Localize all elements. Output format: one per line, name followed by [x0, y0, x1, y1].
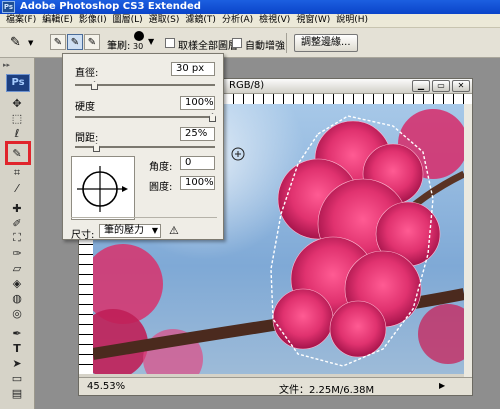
close-icon[interactable]: ✕ [452, 80, 470, 92]
menu-select[interactable]: 選取(S) [146, 14, 183, 27]
auto-enhance-label: 自動增強 [245, 41, 285, 52]
marquee-tool-icon[interactable]: ⬚ [9, 111, 25, 125]
menu-help[interactable]: 說明(H) [333, 14, 371, 27]
document-size-info: 文件：2.25M/6.38M [279, 385, 375, 396]
warning-icon: ⚠ [169, 224, 179, 237]
brush-picker-arrow-icon[interactable]: ▼ [148, 37, 154, 46]
quick-selection-preset-icon[interactable]: ✎ [10, 35, 21, 50]
blur-tool-icon[interactable]: ◍ [9, 291, 25, 305]
toolbox-collapse-icon[interactable]: ▸▸ [3, 61, 10, 69]
roundness-label: 圓度: [149, 182, 173, 193]
select-arrow-icon: ▼ [151, 226, 158, 235]
spacing-label: 間距: [75, 133, 99, 144]
preset-dropdown-arrow-icon[interactable]: ▼ [28, 39, 33, 47]
path-selection-tool-icon[interactable]: ➤ [9, 356, 25, 370]
menu-image[interactable]: 影像(I) [76, 14, 110, 27]
maximize-icon[interactable]: ▭ [432, 80, 450, 92]
hardness-slider-track [75, 116, 215, 118]
size-control-value: 筆的壓力 [104, 225, 144, 236]
document-status-bar: 45.53% 文件：2.25M/6.38M ▶ [79, 377, 472, 396]
eyedropper-tool-icon[interactable]: ⁄ [9, 181, 25, 195]
menu-view[interactable]: 檢視(V) [256, 14, 293, 27]
pen-tool-icon[interactable]: ✒ [9, 326, 25, 340]
brush-angle-preview[interactable] [71, 156, 135, 220]
auto-enhance-checkbox[interactable] [232, 38, 242, 48]
hardness-input[interactable]: 100% [180, 96, 215, 110]
angle-input[interactable]: 0 [180, 156, 215, 170]
vertical-scrollbar[interactable] [464, 104, 472, 377]
eraser-tool-icon[interactable]: ▱ [9, 261, 25, 275]
rectangle-tool-icon[interactable]: ▭ [9, 371, 25, 385]
move-tool-icon[interactable]: ✥ [9, 96, 25, 110]
refine-edge-button[interactable]: 調整邊緣... [294, 34, 358, 52]
brush-tool-icon[interactable]: ✐ [9, 216, 25, 230]
toolbox: ▸▸ Ps ✥ ⬚ ℓ ✎ ⌗ ⁄ ✚ ✐ ⛶ ✑ ▱ ◈ ◍ ◎ ✒ T ➤ … [0, 58, 35, 409]
menu-window[interactable]: 視窗(W) [293, 14, 333, 27]
menu-edit[interactable]: 編輯(E) [39, 14, 76, 27]
size-control-select[interactable]: 筆的壓力 ▼ [99, 224, 161, 238]
panel-divider [71, 217, 217, 218]
ps-logo: Ps [6, 74, 30, 92]
hardness-label: 硬度 [75, 102, 95, 113]
diameter-slider-thumb[interactable] [91, 81, 98, 90]
minimize-icon[interactable]: ▁ [412, 80, 430, 92]
notes-tool-icon[interactable]: ▤ [9, 386, 25, 400]
crop-tool-icon[interactable]: ⌗ [9, 166, 25, 180]
healing-brush-tool-icon[interactable]: ✚ [9, 201, 25, 215]
document-title: RGB/8) [229, 80, 265, 91]
brush-label: 筆刷: [107, 41, 131, 52]
menu-layer[interactable]: 圖層(L) [110, 14, 146, 27]
diameter-label: 直徑: [75, 68, 99, 79]
brush-tip-preview-icon[interactable] [134, 31, 144, 41]
diameter-input[interactable]: 30 px [171, 62, 215, 76]
highlighted-tool-frame [5, 141, 31, 165]
angle-label: 角度: [149, 162, 173, 173]
size-control-label: 尺寸: [71, 230, 95, 241]
brush-angle-dial-icon [77, 166, 128, 212]
hardness-slider-thumb[interactable] [209, 113, 216, 122]
add-to-selection-mode-icon[interactable]: ✎ [67, 34, 83, 50]
menu-file[interactable]: 檔案(F) [3, 14, 39, 27]
paint-bucket-tool-icon[interactable]: ◈ [9, 276, 25, 290]
new-selection-mode-icon[interactable]: ✎ [50, 34, 66, 50]
brush-picker-panel: 直徑: 30 px 硬度 100% 間距: 25% 角度: 0 圓度: 100%… [62, 53, 224, 241]
menu-bar: 檔案(F) 編輯(E) 影像(I) 圖層(L) 選取(S) 濾鏡(T) 分析(A… [0, 14, 500, 28]
spacing-input[interactable]: 25% [180, 127, 215, 141]
sample-all-layers-checkbox[interactable] [165, 38, 175, 48]
roundness-input[interactable]: 100% [180, 176, 215, 190]
clone-stamp-tool-icon[interactable]: ⛶ [9, 231, 25, 245]
menu-filter[interactable]: 濾鏡(T) [182, 14, 219, 27]
menu-analysis[interactable]: 分析(A) [219, 14, 256, 27]
sample-all-layers-label: 取樣全部圖層 [178, 41, 238, 52]
history-brush-tool-icon[interactable]: ✑ [9, 246, 25, 260]
spacing-slider-thumb[interactable] [93, 143, 100, 152]
options-divider [286, 33, 287, 53]
zoom-level[interactable]: 45.53% [87, 381, 125, 392]
app-titlebar: Ps Adobe Photoshop CS3 Extended [0, 0, 500, 14]
ps-app-icon: Ps [2, 1, 15, 13]
brush-size-value: 30 [133, 42, 144, 51]
type-tool-icon[interactable]: T [9, 341, 25, 355]
lasso-tool-icon[interactable]: ℓ [9, 126, 25, 140]
dodge-tool-icon[interactable]: ◎ [9, 306, 25, 320]
app-title: Adobe Photoshop CS3 Extended [20, 1, 201, 12]
subtract-from-selection-mode-icon[interactable]: ✎ [84, 34, 100, 50]
status-menu-arrow-icon[interactable]: ▶ [439, 381, 445, 390]
